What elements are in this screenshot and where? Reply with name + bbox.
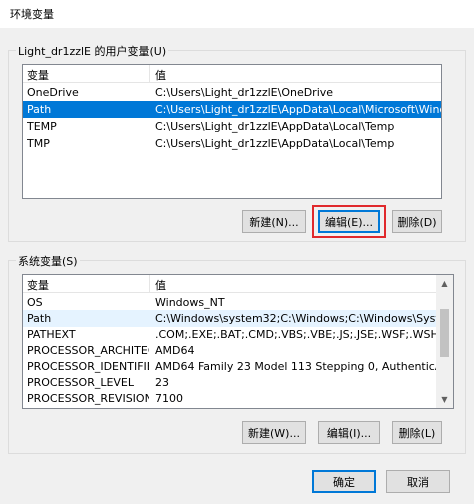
var-name: TMP [27, 137, 50, 150]
user-vars-label: Light_dr1zzlE 的用户变量(U) [16, 43, 169, 59]
user-new-button[interactable]: 新建(N)... [242, 210, 306, 233]
system-edit-button[interactable]: 编辑(I)... [318, 421, 380, 444]
var-name: PROCESSOR_IDENTIFIER [27, 360, 149, 373]
scroll-down-arrow-icon[interactable]: ▼ [436, 391, 453, 408]
list-item[interactable]: TEMP C:\Users\Light_dr1zzlE\AppData\Loca… [23, 118, 441, 135]
list-item[interactable]: PROCESSOR_LEVEL 23 [23, 374, 438, 391]
var-name: TEMP [27, 120, 57, 133]
list-item-hover[interactable]: Path C:\Windows\system32;C:\Windows;C:\W… [23, 310, 438, 327]
ok-button[interactable]: 确定 [312, 470, 376, 493]
var-name: PATHEXT [27, 328, 76, 341]
list-item[interactable]: PROCESSOR_IDENTIFIER AMD64 Family 23 Mod… [23, 358, 438, 375]
var-name: Path [27, 312, 52, 325]
column-header-variable[interactable]: 变量 [27, 277, 49, 293]
var-name: PROCESSOR_LEVEL [27, 376, 135, 389]
column-header-variable[interactable]: 变量 [27, 67, 49, 83]
list-item-selected[interactable]: Path C:\Users\Light_dr1zzlE\AppData\Loca… [23, 101, 441, 118]
var-value: 23 [155, 376, 169, 389]
var-name: PROCESSOR_ARCHITECT... [27, 344, 149, 357]
var-value: AMD64 [155, 344, 195, 357]
var-name: Path [27, 103, 52, 116]
list-item[interactable]: TMP C:\Users\Light_dr1zzlE\AppData\Local… [23, 135, 441, 152]
var-value: AMD64 Family 23 Model 113 Stepping 0, Au… [155, 360, 437, 373]
list-item[interactable]: OS Windows_NT [23, 294, 438, 311]
user-vars-header: 变量 值 [23, 65, 441, 83]
var-value: C:\Users\Light_dr1zzlE\AppData\Local\Tem… [155, 137, 395, 150]
var-value: C:\Users\Light_dr1zzlE\OneDrive [155, 86, 334, 99]
column-header-value[interactable]: 值 [155, 67, 166, 83]
system-new-button[interactable]: 新建(W)... [242, 421, 306, 444]
list-item[interactable]: PROCESSOR_REVISION 7100 [23, 390, 438, 407]
scroll-up-arrow-icon[interactable]: ▲ [436, 275, 453, 292]
var-value: 7100 [155, 392, 183, 405]
user-vars-list[interactable]: 变量 值 OneDrive C:\Users\Light_dr1zzlE\One… [22, 64, 442, 199]
list-item[interactable]: PATHEXT .COM;.EXE;.BAT;.CMD;.VBS;.VBE;.J… [23, 326, 438, 343]
var-value: .COM;.EXE;.BAT;.CMD;.VBS;.VBE;.JS;.JSE;.… [155, 328, 437, 341]
system-vars-header: 变量 值 [23, 275, 453, 293]
system-vars-list[interactable]: 变量 值 OS Windows_NT Path C:\Windows\syste… [22, 274, 454, 409]
var-value: C:\Users\Light_dr1zzlE\AppData\Local\Tem… [155, 120, 395, 133]
column-separator[interactable] [149, 275, 150, 293]
title-bar: 环境变量 [0, 0, 474, 28]
column-header-value[interactable]: 值 [155, 277, 166, 293]
var-value: Windows_NT [155, 296, 225, 309]
system-vars-label: 系统变量(S) [16, 253, 80, 269]
var-name: PROCESSOR_REVISION [27, 392, 149, 405]
cancel-button[interactable]: 取消 [386, 470, 450, 493]
column-separator[interactable] [149, 65, 150, 83]
var-value: C:\Windows\system32;C:\Windows;C:\Window… [155, 312, 437, 325]
user-edit-button[interactable]: 编辑(E)... [318, 210, 380, 233]
window-title: 环境变量 [10, 8, 54, 21]
var-value: C:\Users\Light_dr1zzlE\AppData\Local\Mic… [155, 103, 441, 116]
var-name: OS [27, 296, 43, 309]
list-item[interactable]: PROCESSOR_ARCHITECT... AMD64 [23, 342, 438, 359]
var-name: OneDrive [27, 86, 79, 99]
user-delete-button[interactable]: 删除(D) [392, 210, 442, 233]
scrollbar-thumb[interactable] [440, 309, 449, 357]
vertical-scrollbar[interactable]: ▲ ▼ [436, 275, 453, 408]
list-item[interactable]: OneDrive C:\Users\Light_dr1zzlE\OneDrive [23, 84, 441, 101]
system-delete-button[interactable]: 删除(L) [392, 421, 442, 444]
